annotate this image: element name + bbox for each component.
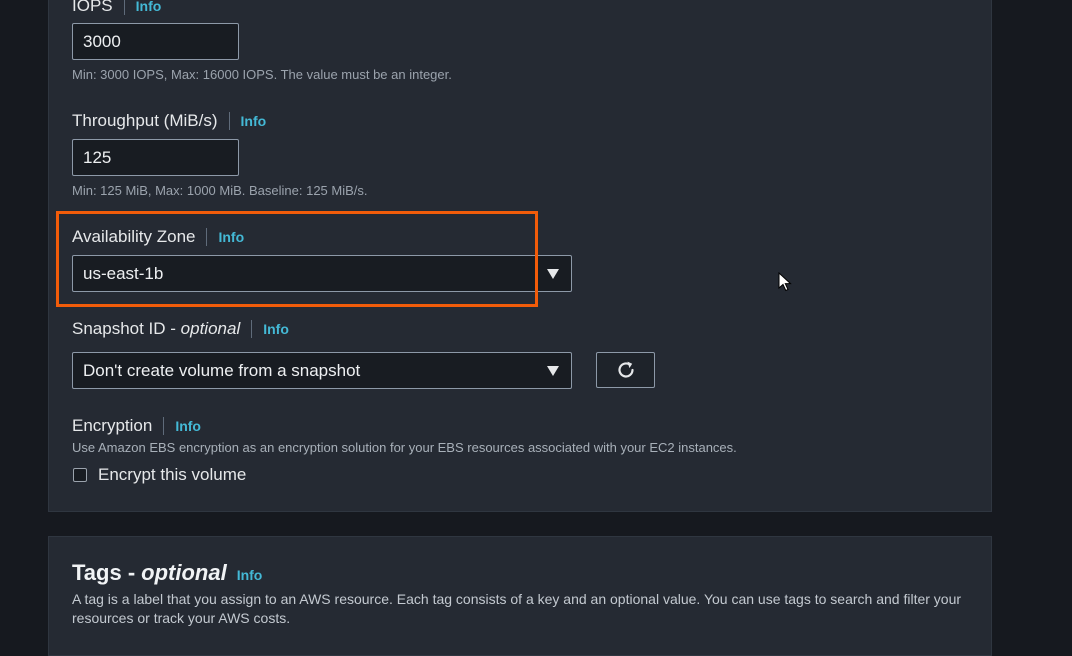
label-divider	[163, 417, 165, 435]
availability-zone-info-link[interactable]: Info	[218, 229, 244, 245]
availability-zone-select[interactable]: us-east-1b	[72, 255, 572, 292]
encryption-label-row: Encryption Info	[72, 416, 201, 436]
tags-description: A tag is a label that you assign to an A…	[72, 591, 962, 626]
iops-label-row: IOPS Info	[72, 0, 161, 16]
label-divider	[206, 228, 208, 246]
encrypt-volume-checkbox[interactable]	[73, 468, 87, 482]
mouse-pointer-icon	[778, 272, 792, 292]
iops-input[interactable]	[72, 23, 239, 60]
availability-zone-label-row: Availability Zone Info	[72, 227, 244, 247]
throughput-label: Throughput (MiB/s)	[72, 111, 218, 130]
tags-optional-label: optional	[141, 560, 227, 585]
snapshot-label-row: Snapshot ID - optional Info	[72, 319, 289, 339]
tags-heading: Tags - optional Info	[72, 560, 262, 586]
tags-title: Tags -	[72, 560, 136, 585]
snapshot-optional-label: optional	[180, 319, 241, 338]
refresh-snapshots-button[interactable]	[596, 352, 655, 388]
label-divider	[251, 320, 253, 338]
label-divider	[123, 0, 125, 15]
encryption-description: Use Amazon EBS encryption as an encrypti…	[72, 440, 737, 455]
label-divider	[228, 112, 230, 130]
throughput-info-link[interactable]: Info	[241, 113, 267, 129]
iops-label: IOPS	[72, 0, 113, 15]
throughput-input[interactable]	[72, 139, 239, 176]
encrypt-volume-label[interactable]: Encrypt this volume	[98, 465, 246, 485]
availability-zone-value: us-east-1b	[83, 263, 164, 283]
throughput-label-row: Throughput (MiB/s) Info	[72, 111, 266, 131]
caret-down-icon	[547, 365, 559, 376]
snapshot-label: Snapshot ID -	[72, 319, 181, 338]
refresh-icon	[617, 361, 634, 378]
availability-zone-label: Availability Zone	[72, 227, 196, 246]
caret-down-icon	[547, 268, 559, 279]
throughput-hint: Min: 125 MiB, Max: 1000 MiB. Baseline: 1…	[72, 183, 368, 198]
encryption-label: Encryption	[72, 416, 153, 435]
snapshot-info-link[interactable]: Info	[263, 321, 289, 337]
snapshot-select[interactable]: Don't create volume from a snapshot	[72, 352, 572, 389]
snapshot-value: Don't create volume from a snapshot	[83, 360, 361, 380]
iops-info-link[interactable]: Info	[136, 0, 162, 14]
encryption-info-link[interactable]: Info	[175, 418, 201, 434]
iops-hint: Min: 3000 IOPS, Max: 16000 IOPS. The val…	[72, 67, 452, 82]
tags-info-link[interactable]: Info	[237, 567, 263, 583]
